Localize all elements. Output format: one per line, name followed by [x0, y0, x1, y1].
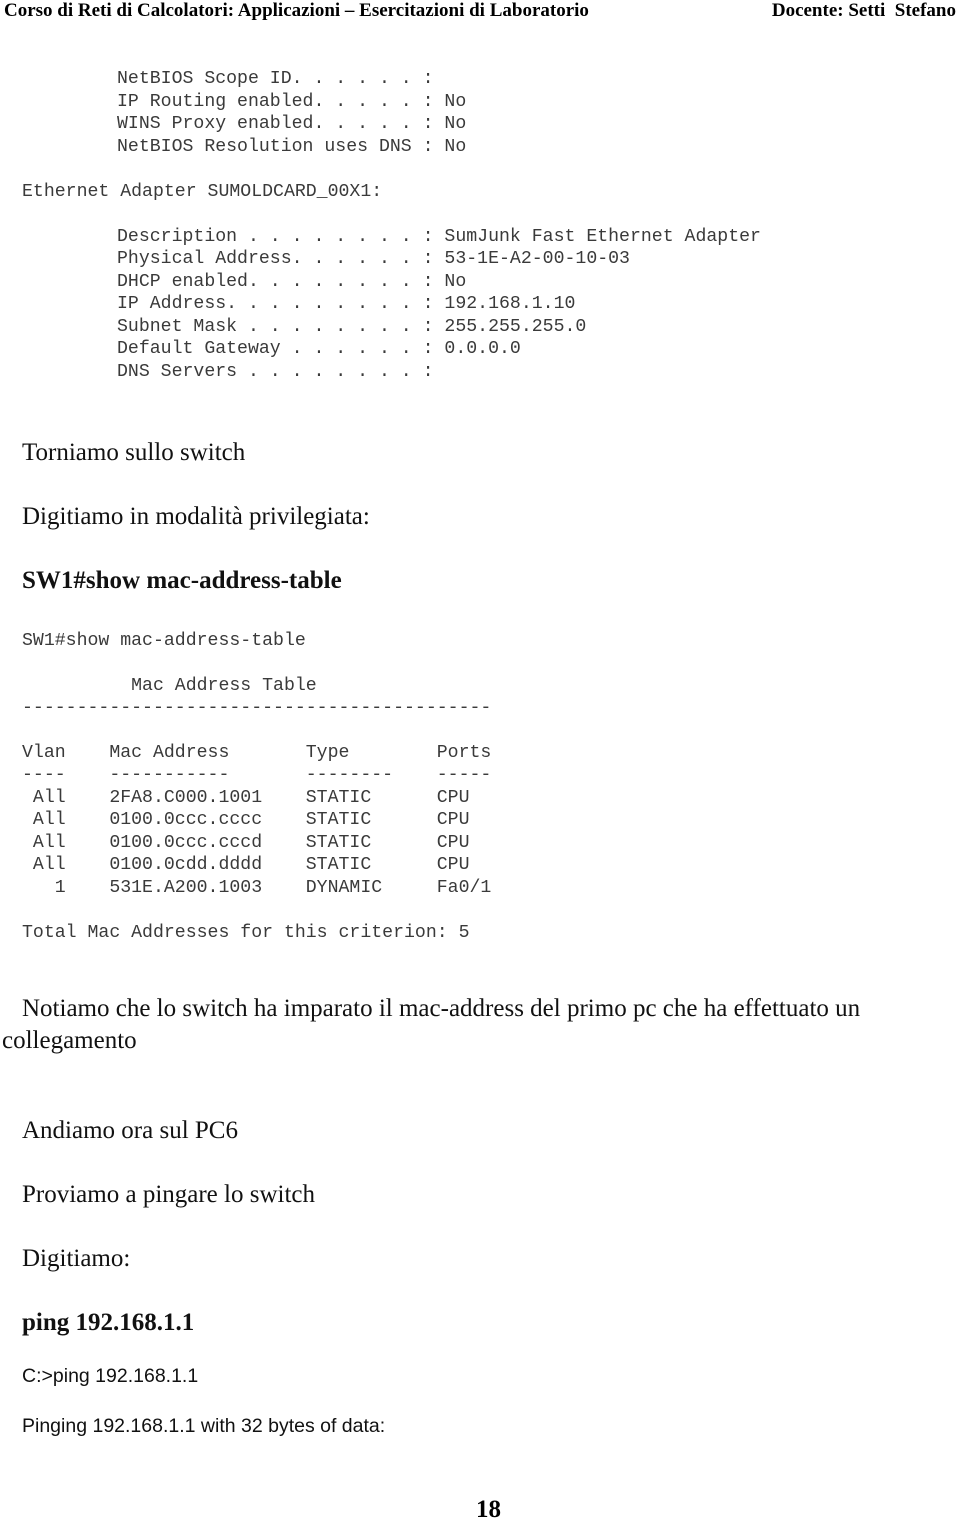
- ipconfig-line: IP Routing enabled. . . . . : No: [117, 92, 467, 112]
- adapter-line: DHCP enabled. . . . . . . . : No: [117, 272, 467, 292]
- paragraph: Digitiamo:: [22, 1245, 131, 1272]
- mac-table-total: Total Mac Addresses for this criterion: …: [22, 923, 470, 943]
- command-heading: ping 192.168.1.1: [22, 1309, 195, 1336]
- paragraph: Digitiamo in modalità privilegiata:: [22, 503, 370, 530]
- ping-command: C:>ping 192.168.1.1: [22, 1365, 199, 1387]
- mac-table-title: Mac Address Table: [22, 676, 317, 696]
- paragraph: Proviamo a pingare lo switch: [22, 1181, 315, 1208]
- mac-table-row: All 0100.0ccc.cccc STATIC CPU: [22, 810, 470, 830]
- mac-table-row: All 0100.0ccc.cccd STATIC CPU: [22, 833, 470, 853]
- mac-table-header-underline: ---- ----------- -------- -----: [22, 765, 492, 785]
- adapter-title: Ethernet Adapter SUMOLDCARD_00X1:: [22, 182, 383, 202]
- ipconfig-line: NetBIOS Scope ID. . . . . . :: [117, 69, 434, 89]
- adapter-line: Physical Address. . . . . . : 53-1E-A2-0…: [117, 249, 630, 269]
- adapter-line: DNS Servers . . . . . . . . :: [117, 362, 434, 382]
- mac-table-rule: ----------------------------------------…: [22, 698, 492, 718]
- mac-table-row: All 0100.0cdd.dddd STATIC CPU: [22, 855, 470, 875]
- adapter-line: Default Gateway . . . . . . : 0.0.0.0: [117, 339, 521, 359]
- ipconfig-line: NetBIOS Resolution uses DNS : No: [117, 137, 467, 157]
- ping-output: Pinging 192.168.1.1 with 32 bytes of dat…: [22, 1415, 386, 1437]
- page-number: 18: [476, 1496, 501, 1523]
- paragraph: Torniamo sullo switch: [22, 439, 246, 466]
- document-header-title: Corso di Reti di Calcolatori: Applicazio…: [4, 0, 589, 21]
- document-header-author: Docente: Setti Stefano: [771, 0, 956, 21]
- adapter-line: Subnet Mask . . . . . . . . : 255.255.25…: [117, 317, 587, 337]
- mac-table-header: Vlan Mac Address Type Ports: [22, 743, 492, 763]
- paragraph: collegamento: [2, 1027, 137, 1054]
- mac-table-row: All 2FA8.C000.1001 STATIC CPU: [22, 788, 470, 808]
- command-heading: SW1#show mac-address-table: [22, 567, 342, 594]
- paragraph: Notiamo che lo switch ha imparato il mac…: [22, 995, 861, 1022]
- mac-table-row: 1 531E.A200.1003 DYNAMIC Fa0/1: [22, 878, 492, 898]
- adapter-line: Description . . . . . . . . : SumJunk Fa…: [117, 227, 761, 247]
- ipconfig-line: WINS Proxy enabled. . . . . : No: [117, 114, 467, 134]
- switch-prompt: SW1#show mac-address-table: [22, 631, 306, 651]
- paragraph: Andiamo ora sul PC6: [22, 1117, 238, 1144]
- adapter-line: IP Address. . . . . . . . . : 192.168.1.…: [117, 294, 576, 314]
